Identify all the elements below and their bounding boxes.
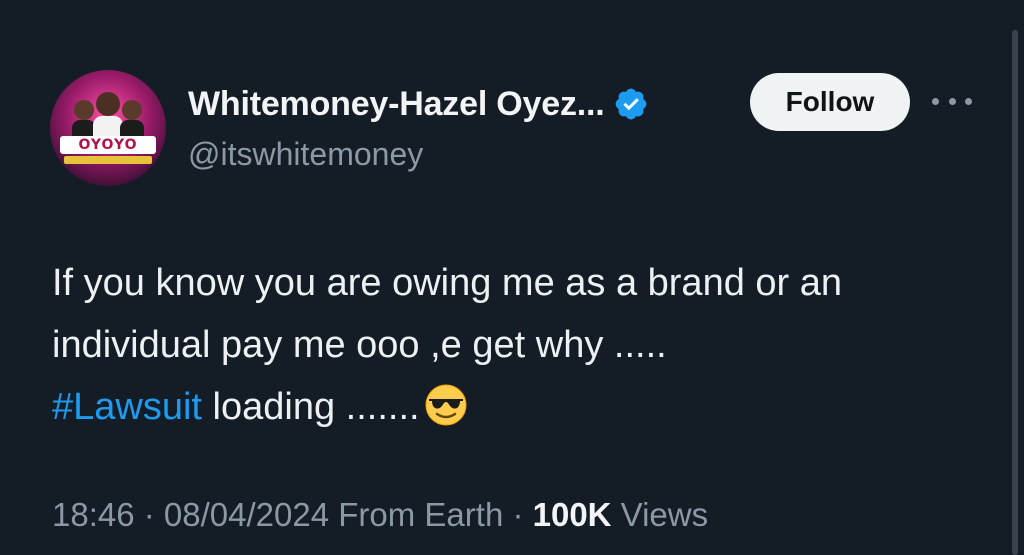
tweet-date[interactable]: 08/04/2024 <box>164 496 329 533</box>
tweet-card: OYOYO Whitemoney-Hazel Oyez... @itswhite… <box>0 0 1024 555</box>
author-name-row: Whitemoney-Hazel Oyez... <box>188 82 649 126</box>
meta-separator: · <box>134 496 164 533</box>
author-handle[interactable]: @itswhitemoney <box>188 136 423 173</box>
tweet-source: From Earth <box>329 496 504 533</box>
more-dot <box>932 97 939 105</box>
meta-separator: · <box>503 496 533 533</box>
views-count[interactable]: 100K <box>533 496 612 533</box>
display-name[interactable]: Whitemoney-Hazel Oyez... <box>188 85 605 124</box>
more-dot <box>965 97 972 105</box>
tweet-text: If you know you are owing me as a brand … <box>52 252 992 438</box>
tweet-time[interactable]: 18:46 <box>52 496 135 533</box>
avatar[interactable]: OYOYO <box>50 70 166 186</box>
more-options-icon[interactable] <box>932 88 972 114</box>
verified-badge-icon <box>615 88 646 120</box>
scrollbar[interactable] <box>1012 30 1018 555</box>
more-dot <box>948 97 956 105</box>
avatar-art <box>60 92 156 164</box>
tweet-line: individual pay me ooo ,e get why ..... <box>52 324 667 366</box>
sunglasses-emoji-icon <box>425 384 467 426</box>
follow-button[interactable]: Follow <box>750 73 910 131</box>
views-label: Views <box>611 496 709 533</box>
tweet-meta: 18:46 · 08/04/2024 From Earth · 100K Vie… <box>52 496 708 534</box>
tweet-line: If you know you are owing me as a brand … <box>52 262 843 304</box>
tweet-line-text: loading ....... <box>201 386 420 428</box>
hashtag-link[interactable]: #Lawsuit <box>52 386 202 428</box>
avatar-logo-text: OYOYO <box>78 137 138 153</box>
tweet-line: #Lawsuit loading ....... <box>52 376 992 438</box>
